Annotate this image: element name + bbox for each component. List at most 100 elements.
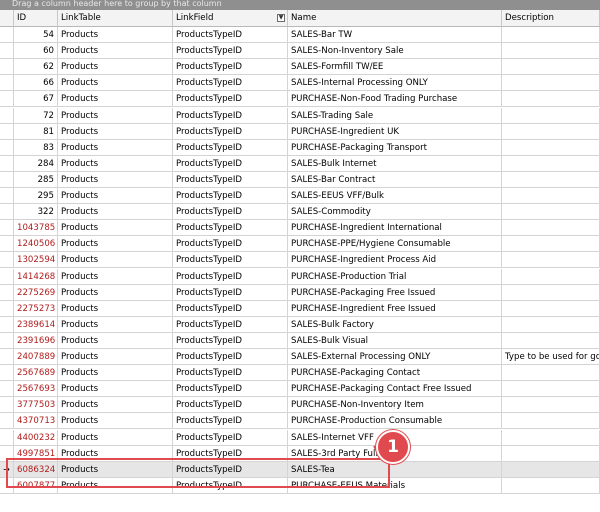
- cell-name[interactable]: SALES-Commodity: [288, 204, 502, 221]
- table-row[interactable]: 3777503 Products ProductsTypeID PURCHASE-No…: [0, 397, 600, 414]
- cell-name[interactable]: PURCHASE-Ingredient UK: [288, 123, 502, 140]
- cell-id[interactable]: 2389614: [14, 316, 58, 333]
- cell-linktable[interactable]: Products: [58, 413, 173, 430]
- cell-linkfield[interactable]: ProductsTypeID: [173, 284, 288, 301]
- cell-description[interactable]: [502, 365, 600, 382]
- cell-name[interactable]: PURCHASE-PPE/Hygiene Consumable: [288, 236, 502, 253]
- cell-id[interactable]: 295: [14, 188, 58, 204]
- cell-id[interactable]: 1302594: [14, 252, 58, 269]
- cell-description[interactable]: [502, 75, 600, 92]
- cell-linkfield[interactable]: ProductsTypeID: [173, 413, 288, 430]
- cell-description[interactable]: [502, 413, 600, 430]
- table-row[interactable]: 322 Products ProductsTypeID SALES-Commodity: [0, 204, 600, 221]
- cell-linktable[interactable]: Products: [58, 316, 173, 333]
- cell-linkfield[interactable]: ProductsTypeID: [173, 59, 288, 76]
- cell-name[interactable]: PURCHASE-Packaging Free Issued: [288, 284, 502, 301]
- cell-linkfield[interactable]: ProductsTypeID: [173, 75, 288, 92]
- table-row[interactable]: 66 Products ProductsTypeID SALES-Internal P…: [0, 75, 600, 92]
- cell-id[interactable]: 2275269: [14, 284, 58, 301]
- cell-linktable[interactable]: Products: [58, 27, 173, 43]
- cell-linkfield[interactable]: ProductsTypeID: [173, 139, 288, 156]
- cell-linktable[interactable]: Products: [58, 59, 173, 76]
- cell-linktable[interactable]: Products: [58, 349, 173, 365]
- cell-linktable[interactable]: Products: [58, 381, 173, 398]
- cell-id[interactable]: 54: [14, 27, 58, 43]
- cell-description[interactable]: [502, 220, 600, 237]
- cell-description[interactable]: [502, 27, 600, 43]
- cell-name[interactable]: SALES-Bulk Visual: [288, 332, 502, 349]
- cell-linktable[interactable]: Products: [58, 365, 173, 382]
- cell-linktable[interactable]: Products: [58, 477, 173, 494]
- cell-id[interactable]: 4400232: [14, 429, 58, 446]
- cell-linktable[interactable]: Products: [58, 300, 173, 317]
- cell-description[interactable]: [502, 204, 600, 221]
- table-row[interactable]: 2567689 Products ProductsTypeID PURCHASE-Pa…: [0, 365, 600, 382]
- cell-linkfield[interactable]: ProductsTypeID: [173, 171, 288, 188]
- cell-linktable[interactable]: Products: [58, 236, 173, 253]
- cell-linktable[interactable]: Products: [58, 171, 173, 188]
- cell-linkfield[interactable]: ProductsTypeID: [173, 445, 288, 462]
- cell-description[interactable]: [502, 139, 600, 156]
- cell-description[interactable]: [502, 332, 600, 349]
- cell-description[interactable]: [502, 429, 600, 446]
- cell-linkfield[interactable]: ProductsTypeID: [173, 155, 288, 172]
- table-row[interactable]: 2275273 Products ProductsTypeID PURCHASE-In…: [0, 300, 600, 317]
- cell-id[interactable]: 67: [14, 91, 58, 108]
- cell-description[interactable]: [502, 107, 600, 124]
- table-row[interactable]: 295 Products ProductsTypeID SALES-EEUS VFF/…: [0, 188, 600, 204]
- cell-name[interactable]: PURCHASE-Packaging Contact Free Issued: [288, 381, 502, 398]
- cell-linkfield[interactable]: ProductsTypeID: [173, 316, 288, 333]
- cell-id[interactable]: 72: [14, 107, 58, 124]
- table-row[interactable]: 1302594 Products ProductsTypeID PURCHASE-In…: [0, 252, 600, 269]
- cell-id[interactable]: 1414268: [14, 268, 58, 285]
- table-row[interactable]: 2275269 Products ProductsTypeID PURCHASE-Pa…: [0, 284, 600, 301]
- cell-id[interactable]: 2275273: [14, 300, 58, 317]
- table-row[interactable]: 2391696 Products ProductsTypeID SALES-Bulk …: [0, 332, 600, 349]
- table-row[interactable]: 2567693 Products ProductsTypeID PURCHASE-Pa…: [0, 381, 600, 398]
- cell-id[interactable]: 284: [14, 155, 58, 172]
- cell-description[interactable]: [502, 91, 600, 108]
- cell-name[interactable]: PURCHASE-Non-Food Trading Purchase: [288, 91, 502, 108]
- cell-id[interactable]: 285: [14, 171, 58, 188]
- cell-linkfield[interactable]: ProductsTypeID: [173, 220, 288, 237]
- cell-description[interactable]: [502, 171, 600, 188]
- cell-linktable[interactable]: Products: [58, 461, 173, 478]
- table-row[interactable]: 2389614 Products ProductsTypeID SALES-Bulk …: [0, 316, 600, 333]
- cell-linktable[interactable]: Products: [58, 252, 173, 269]
- cell-linkfield[interactable]: ProductsTypeID: [173, 188, 288, 204]
- cell-id[interactable]: 1240506: [14, 236, 58, 253]
- table-row[interactable]: 1414268 Products ProductsTypeID PURCHASE-Pr…: [0, 268, 600, 285]
- cell-name[interactable]: SALES-Bulk Factory: [288, 316, 502, 333]
- cell-name[interactable]: SALES-Trading Sale: [288, 107, 502, 124]
- cell-description[interactable]: [502, 188, 600, 204]
- table-row[interactable]: 4997851 Products ProductsTypeID SALES-3rd P…: [0, 445, 600, 462]
- cell-description[interactable]: [502, 461, 600, 478]
- cell-linktable[interactable]: Products: [58, 332, 173, 349]
- cell-name[interactable]: SALES-Bulk Internet: [288, 155, 502, 172]
- cell-linktable[interactable]: Products: [58, 268, 173, 285]
- cell-linktable[interactable]: Products: [58, 123, 173, 140]
- cell-linktable[interactable]: Products: [58, 91, 173, 108]
- cell-id[interactable]: 322: [14, 204, 58, 221]
- cell-id[interactable]: 4370713: [14, 413, 58, 430]
- cell-linkfield[interactable]: ProductsTypeID: [173, 332, 288, 349]
- cell-name[interactable]: SALES-Bar Contract: [288, 171, 502, 188]
- cell-linktable[interactable]: Products: [58, 445, 173, 462]
- cell-linktable[interactable]: Products: [58, 155, 173, 172]
- cell-name[interactable]: SALES-Formfill TW/EE: [288, 59, 502, 76]
- cell-id[interactable]: 3777503: [14, 397, 58, 414]
- cell-linkfield[interactable]: ProductsTypeID: [173, 43, 288, 60]
- table-row[interactable]: 1043785 Products ProductsTypeID PURCHASE-In…: [0, 220, 600, 237]
- table-row[interactable]: 2407889 Products ProductsTypeID SALES-Exter…: [0, 349, 600, 365]
- cell-name[interactable]: SALES-Tea: [288, 461, 502, 478]
- cell-id[interactable]: 2567693: [14, 381, 58, 398]
- cell-linktable[interactable]: Products: [58, 139, 173, 156]
- cell-name[interactable]: PURCHASE-Ingredient International: [288, 220, 502, 237]
- cell-name[interactable]: SALES-Internal Processing ONLY: [288, 75, 502, 92]
- column-header-description[interactable]: Description: [502, 10, 600, 27]
- table-row[interactable]: 81 Products ProductsTypeID PURCHASE-Ingredi…: [0, 123, 600, 140]
- cell-linkfield[interactable]: ProductsTypeID: [173, 107, 288, 124]
- table-row[interactable]: 6007877 Products ProductsTypeID PURCHASE-EE…: [0, 477, 600, 494]
- cell-id[interactable]: 2567689: [14, 365, 58, 382]
- cell-linktable[interactable]: Products: [58, 220, 173, 237]
